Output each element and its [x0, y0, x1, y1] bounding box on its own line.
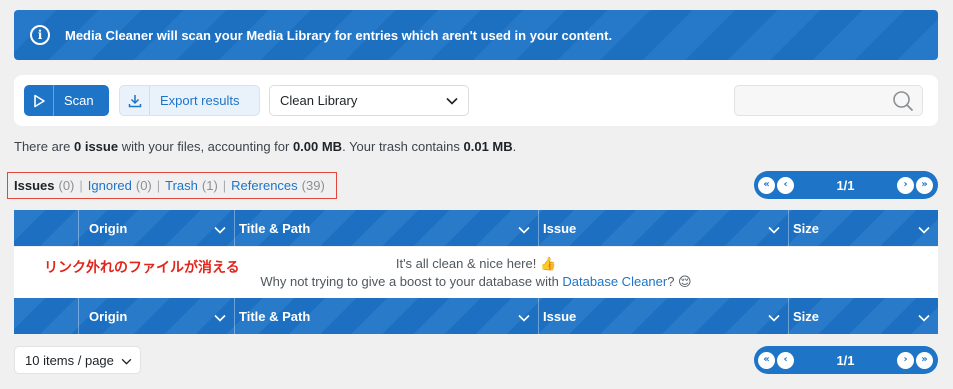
tab-issues[interactable]: Issues: [14, 178, 54, 193]
summary-mid2: . Your trash contains: [342, 139, 464, 154]
tab-separator: |: [79, 178, 83, 193]
table-header: Origin Title & Path Issue Size: [14, 210, 938, 246]
empty-suggestion-prefix: Why not trying to give a boost to your d…: [260, 274, 563, 289]
column-issue-label: Issue: [543, 220, 577, 236]
search-input[interactable]: [735, 86, 885, 115]
column-title-path-label: Title & Path: [239, 220, 311, 236]
column-origin-label: Origin: [89, 308, 128, 324]
export-results-label: Export results: [160, 93, 240, 108]
summary-suffix: .: [512, 139, 517, 154]
chevron-down-icon: [214, 222, 226, 237]
chevron-down-icon: [918, 310, 930, 325]
pagination-top: « ‹ 1/1 › »: [754, 171, 938, 199]
scan-button-label: Scan: [64, 93, 94, 108]
info-banner: i Media Cleaner will scan your Media Lib…: [14, 10, 938, 60]
summary-mid: with your files, accounting for: [118, 139, 293, 154]
first-page-icon[interactable]: «: [758, 176, 775, 194]
annotation-text: リンク外れのファイルが消える: [44, 259, 240, 275]
column-origin[interactable]: Origin: [78, 298, 234, 334]
scan-button[interactable]: Scan: [24, 85, 109, 116]
prev-page-icon[interactable]: ‹: [777, 351, 794, 369]
empty-suggestion-suffix: ? 😌: [667, 274, 692, 289]
chevron-down-icon: [768, 222, 780, 237]
export-results-button[interactable]: Export results: [119, 85, 260, 116]
column-size[interactable]: Size: [788, 298, 938, 334]
column-title-path[interactable]: Title & Path: [234, 298, 538, 334]
summary-size: 0.00 MB: [292, 139, 343, 154]
toolbar: Scan Export results Clean Library: [14, 75, 938, 126]
summary-text: There are 0 issue with your files, accou…: [14, 139, 516, 154]
column-title-path[interactable]: Title & Path: [234, 210, 538, 246]
mode-select-value: Clean Library: [280, 93, 358, 108]
summary-prefix: There are: [14, 139, 74, 154]
select-column: [14, 210, 78, 246]
last-page-icon[interactable]: »: [916, 351, 933, 369]
search-box: [734, 85, 923, 116]
chevron-down-icon: [518, 222, 530, 237]
tab-ignored-count: (0): [135, 178, 152, 193]
summary-issues: 0 issue: [73, 139, 119, 154]
tab-trash-count: (1): [201, 178, 218, 193]
tab-separator: |: [222, 178, 227, 193]
column-issue-label: Issue: [543, 308, 577, 324]
table-body-empty: It's all clean & nice here! 👍 Why not tr…: [14, 247, 938, 298]
page-indicator: 1/1: [836, 177, 855, 193]
search-icon[interactable]: [892, 90, 914, 115]
tab-issues-count: (0): [58, 178, 75, 193]
table-footer: Origin Title & Path Issue Size: [14, 298, 938, 334]
tab-trash[interactable]: Trash: [165, 178, 198, 193]
page-indicator: 1/1: [836, 352, 855, 368]
chevron-down-icon: [214, 310, 226, 325]
column-origin-label: Origin: [89, 220, 128, 236]
info-icon: i: [30, 25, 50, 45]
column-title-path-label: Title & Path: [239, 308, 311, 324]
tab-ignored[interactable]: Ignored: [88, 178, 132, 193]
mode-select[interactable]: Clean Library: [269, 85, 469, 116]
items-per-page-value: 10 items / page: [25, 352, 114, 368]
chevron-down-icon: [121, 353, 132, 368]
next-page-icon[interactable]: ›: [897, 351, 914, 369]
items-per-page-select[interactable]: 10 items / page: [14, 346, 141, 374]
column-size-label: Size: [793, 308, 820, 324]
column-size[interactable]: Size: [788, 210, 938, 246]
column-issue[interactable]: Issue: [538, 298, 788, 334]
column-issue[interactable]: Issue: [538, 210, 788, 246]
filter-tabs: Issues (0) | Ignored (0) | Trash (1) | Refe…: [7, 172, 337, 199]
pagination-bottom: « ‹ 1/1 › »: [754, 346, 938, 374]
tab-references[interactable]: References: [231, 178, 297, 193]
chevron-down-icon: [918, 222, 930, 237]
chevron-down-icon: [446, 93, 458, 108]
column-size-label: Size: [793, 220, 820, 236]
next-page-icon[interactable]: ›: [897, 176, 914, 194]
chevron-down-icon: [518, 310, 530, 325]
select-column: [14, 298, 78, 334]
last-page-icon[interactable]: »: [916, 176, 933, 194]
download-icon: [120, 86, 150, 115]
banner-text: Media Cleaner will scan your Media Libra…: [65, 27, 613, 43]
database-cleaner-link[interactable]: Database Cleaner: [562, 274, 667, 289]
prev-page-icon[interactable]: ‹: [777, 176, 794, 194]
tab-references-count: (39): [301, 178, 325, 193]
column-origin[interactable]: Origin: [78, 210, 234, 246]
chevron-down-icon: [768, 310, 780, 325]
summary-trash: 0.01 MB: [463, 139, 513, 154]
first-page-icon[interactable]: «: [758, 351, 775, 369]
play-icon: [24, 85, 54, 116]
tab-separator: |: [156, 178, 161, 193]
